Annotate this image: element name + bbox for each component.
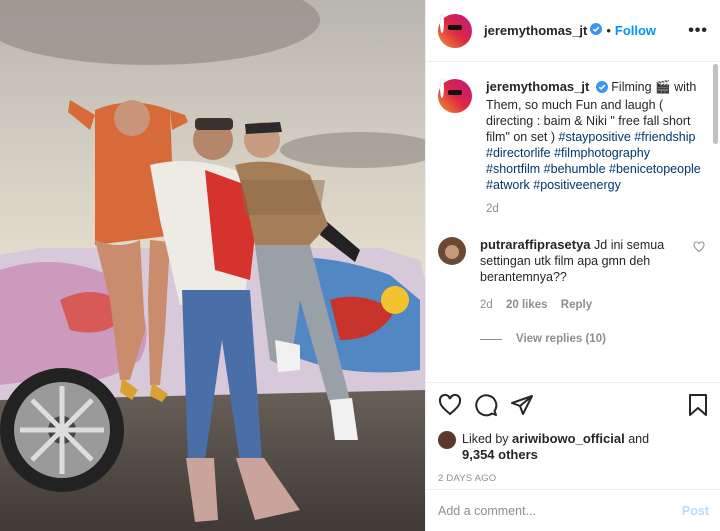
verified-badge-icon: [595, 81, 608, 97]
post-photo[interactable]: [0, 0, 425, 531]
view-replies-line: [480, 338, 502, 340]
hashtag-link[interactable]: #atwork: [486, 178, 530, 192]
hashtag-link[interactable]: #filmphotography: [554, 146, 650, 160]
post-image: [0, 0, 425, 531]
likes-summary: Liked by ariwibowo_official and 9,354 ot…: [438, 431, 709, 463]
separator-dot: •: [606, 23, 611, 38]
follow-button[interactable]: Follow: [615, 23, 656, 38]
comment-icon[interactable]: [474, 393, 498, 420]
hashtag-link[interactable]: #friendship: [634, 130, 695, 144]
hashtag-link[interactable]: #behumble: [544, 162, 606, 176]
bookmark-icon[interactable]: [687, 393, 709, 420]
liker-avatar[interactable]: [438, 431, 456, 449]
verified-badge-icon: [590, 23, 603, 38]
more-options-icon[interactable]: •••: [688, 22, 708, 40]
liked-by-others[interactable]: 9,354 others: [462, 447, 538, 462]
view-replies-label: View replies (10): [516, 333, 606, 345]
comment-timestamp[interactable]: 2d: [480, 299, 493, 311]
reply-button[interactable]: Reply: [561, 299, 592, 311]
hashtag-link[interactable]: #positiveenergy: [533, 178, 621, 192]
caption-author-avatar[interactable]: [438, 79, 472, 113]
post-comment-button[interactable]: Post: [682, 504, 709, 518]
comment-item: putraraffiprasetya Jd ini semua settinga…: [438, 237, 709, 313]
comment-body: putraraffiprasetya Jd ini semua settinga…: [480, 237, 690, 313]
comments-list[interactable]: jeremythomas_jt Filming 🎬 with Them, so …: [426, 63, 720, 381]
author-username[interactable]: jeremythomas_jt: [484, 23, 587, 38]
likes-text: Liked by ariwibowo_official and 9,354 ot…: [462, 431, 649, 463]
comments-scrollbar[interactable]: [713, 64, 718, 144]
liked-by-prefix: Liked by: [462, 432, 509, 446]
liked-by-and: and: [628, 432, 650, 446]
post-details-panel: jeremythomas_jt • Follow ••• jeremythoma…: [425, 0, 720, 531]
commenter-username[interactable]: putraraffiprasetya: [480, 237, 591, 252]
heart-icon[interactable]: [438, 393, 462, 420]
actions-section: Liked by ariwibowo_official and 9,354 ot…: [426, 382, 720, 490]
hashtag-link[interactable]: #staypositive: [559, 130, 631, 144]
post-timestamp[interactable]: 2 DAYS AGO: [438, 473, 709, 484]
caption-author-username[interactable]: jeremythomas_jt: [486, 79, 589, 94]
caption-text: jeremythomas_jt Filming 🎬 with Them, so …: [486, 79, 706, 217]
commenter-avatar[interactable]: [438, 237, 466, 265]
post-header: jeremythomas_jt • Follow •••: [426, 0, 720, 62]
action-bar: [438, 393, 709, 419]
caption-timestamp[interactable]: 2d: [486, 201, 706, 217]
share-icon[interactable]: [510, 393, 534, 420]
liked-by-user[interactable]: ariwibowo_official: [512, 431, 625, 446]
caption: jeremythomas_jt Filming 🎬 with Them, so …: [438, 79, 709, 217]
hashtag-link[interactable]: #directorlife: [486, 146, 551, 160]
comment-meta: 2d 20 likes Reply: [480, 297, 690, 313]
hashtag-link[interactable]: #benicetopeople: [609, 162, 701, 176]
comment-likes[interactable]: 20 likes: [506, 299, 548, 311]
view-replies-button[interactable]: View replies (10): [480, 333, 709, 345]
author-avatar[interactable]: [438, 13, 472, 48]
add-comment-bar: Post: [426, 489, 720, 531]
comment-like-heart-icon[interactable]: [693, 241, 705, 256]
comment-input[interactable]: [438, 503, 682, 518]
hashtag-link[interactable]: #shortfilm: [486, 162, 540, 176]
